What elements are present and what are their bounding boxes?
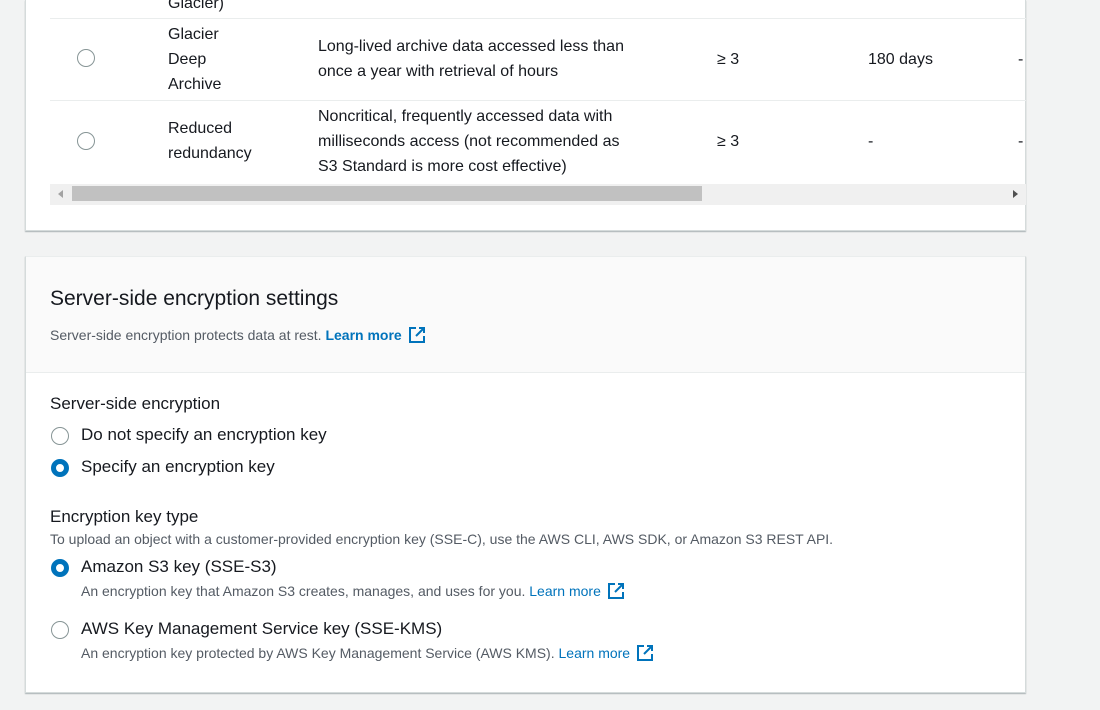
radio-button[interactable]: [51, 621, 69, 639]
storage-class-radio[interactable]: [77, 49, 95, 67]
radio-button-selected[interactable]: [51, 559, 69, 577]
external-link-icon: [607, 583, 624, 599]
table-row[interactable]: Reduced redundancy Noncritical, frequent…: [50, 101, 1026, 184]
scroll-left-icon[interactable]: [58, 190, 63, 198]
horizontal-scrollbar[interactable]: [50, 184, 1026, 205]
min-billable-size: -: [1018, 51, 1024, 68]
storage-class-table: Glacier) Glacier Deep Archive Long-lived…: [50, 0, 1026, 184]
storage-class-name: Glacier Deep Archive: [168, 26, 222, 93]
encryption-header: Server-side encryption settings Server-s…: [26, 257, 1025, 373]
option-label[interactable]: Specify an encryption key: [81, 456, 275, 478]
storage-class-use-case: Noncritical, frequently accessed data wi…: [318, 108, 620, 175]
external-link-icon: [637, 645, 654, 661]
key-type-hint: To upload an object with a customer-prov…: [50, 531, 834, 547]
learn-more-link[interactable]: Learn more: [325, 327, 425, 343]
external-link-icon: [408, 327, 425, 343]
storage-class-name: Reduced redundancy: [168, 120, 252, 162]
page-title: Server-side encryption settings: [50, 287, 339, 310]
storage-class-panel: Glacier) Glacier Deep Archive Long-lived…: [25, 0, 1026, 231]
radio-button[interactable]: [51, 427, 69, 445]
scrollbar-thumb[interactable]: [72, 186, 702, 201]
sse-label: Server-side encryption: [50, 394, 221, 413]
option-description: An encryption key that Amazon S3 creates…: [81, 581, 625, 601]
table-row[interactable]: Glacier Deep Archive Long-lived archive …: [50, 19, 1026, 101]
table-row: Glacier): [50, 0, 1026, 19]
learn-more-link[interactable]: Learn more: [529, 583, 625, 599]
option-label[interactable]: AWS Key Management Service key (SSE-KMS): [81, 618, 442, 640]
learn-more-link[interactable]: Learn more: [559, 645, 655, 661]
storage-class-radio[interactable]: [77, 132, 95, 150]
min-billable-size: -: [1018, 133, 1024, 150]
min-storage-duration: -: [868, 133, 874, 150]
key-type-label: Encryption key type: [50, 507, 199, 526]
option-label[interactable]: Amazon S3 key (SSE-S3): [81, 556, 277, 578]
storage-class-use-case: Long-lived archive data accessed less th…: [318, 38, 624, 80]
radio-button-selected[interactable]: [51, 459, 69, 477]
min-storage-duration: 180 days: [868, 51, 933, 68]
encryption-description: Server-side encryption protects data at …: [50, 324, 426, 346]
encryption-panel: Server-side encryption settings Server-s…: [25, 256, 1026, 693]
scroll-right-icon[interactable]: [1013, 190, 1018, 198]
availability-zones: ≥ 3: [717, 51, 740, 68]
availability-zones: ≥ 3: [717, 133, 740, 150]
option-label[interactable]: Do not specify an encryption key: [81, 424, 327, 446]
option-description: An encryption key protected by AWS Key M…: [81, 643, 654, 663]
storage-class-name: Glacier): [168, 0, 225, 12]
